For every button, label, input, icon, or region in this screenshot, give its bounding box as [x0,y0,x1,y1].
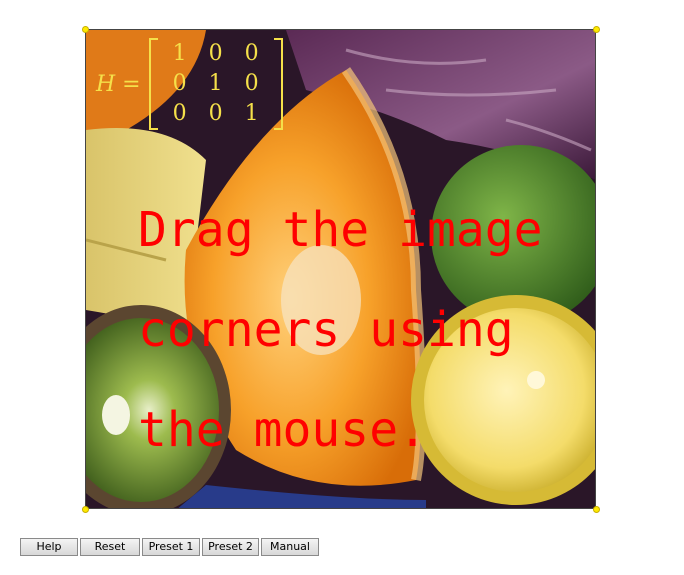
preset-1-button[interactable]: Preset 1 [142,538,200,556]
warp-image-canvas[interactable]: H = 1 0 0 0 1 0 0 0 1 Drag the image cor… [85,29,596,509]
instruction-line: Drag the image [138,202,543,258]
matrix-cell: 1 [172,41,187,66]
corner-handle-top-left[interactable] [82,26,89,33]
instruction-line: the mouse. [138,402,427,458]
manual-button[interactable]: Manual [261,538,319,556]
matrix-grid: 1 0 0 0 1 0 0 0 1 [162,39,270,129]
matrix-cell: 0 [172,71,187,96]
help-button[interactable]: Help [20,538,78,556]
matrix-left-bracket [148,38,158,130]
homography-matrix: H = 1 0 0 0 1 0 0 0 1 [96,38,283,130]
matrix-right-bracket [273,38,283,130]
preset-2-button[interactable]: Preset 2 [202,538,259,556]
matrix-label: H = [96,71,141,97]
app-window: H = 1 0 0 0 1 0 0 0 1 Drag the image cor… [0,0,684,575]
matrix-cell: 1 [208,71,223,96]
instruction-line: corners using [138,302,514,358]
matrix-cell: 0 [208,41,223,66]
matrix-cell: 0 [172,101,187,126]
matrix-cell: 0 [244,71,259,96]
reset-button[interactable]: Reset [80,538,140,556]
corner-handle-bottom-right[interactable] [593,506,600,513]
button-bar: Help Reset Preset 1 Preset 2 Manual [20,538,319,556]
corner-handle-bottom-left[interactable] [82,506,89,513]
matrix-cell: 0 [208,101,223,126]
matrix-cell: 0 [244,41,259,66]
corner-handle-top-right[interactable] [593,26,600,33]
instruction-overlay: Drag the image corners using the mouse. [138,180,543,480]
matrix-cell: 1 [244,101,259,126]
